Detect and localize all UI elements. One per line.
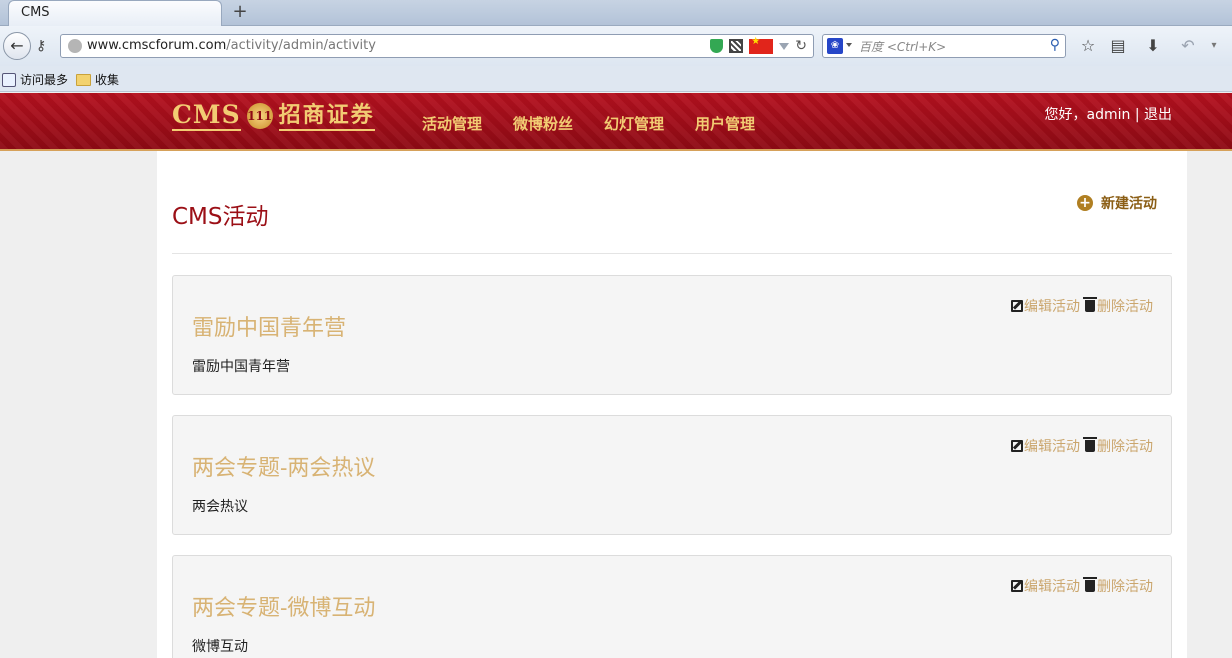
star-icon[interactable]: ☆: [1078, 36, 1098, 56]
bookmark-collection[interactable]: 收集: [76, 71, 119, 88]
bookmarks-bar: 访问最多 收集: [0, 66, 1232, 92]
card-actions: 编辑活动 删除活动: [1011, 296, 1153, 316]
activity-title[interactable]: 两会专题-两会热议: [192, 450, 375, 482]
bookmark-most-visited[interactable]: 访问最多: [2, 71, 68, 88]
reload-icon[interactable]: ↻: [795, 38, 807, 54]
shield-icon[interactable]: [710, 39, 724, 53]
logo-text: CMS: [172, 100, 241, 131]
activity-card: 编辑活动 删除活动 两会专题-两会热议 两会热议: [172, 415, 1172, 535]
divider: [172, 253, 1172, 254]
link-icon: [2, 72, 16, 87]
trash-icon: [1083, 437, 1097, 452]
search-icon[interactable]: ⚲: [1050, 37, 1060, 53]
address-bar[interactable]: www.cmscforum.com/activity/admin/activit…: [60, 34, 814, 58]
delete-activity-link[interactable]: 删除活动: [1080, 296, 1153, 316]
baidu-paw-icon[interactable]: ❀: [827, 38, 843, 54]
globe-icon: [68, 39, 82, 53]
menu-caret-icon[interactable]: ▾: [1204, 36, 1224, 56]
page-title: CMS活动: [172, 204, 269, 230]
url-path: /activity/admin/activity: [226, 38, 376, 53]
nav-weibo-fans[interactable]: 微博粉丝: [513, 113, 573, 134]
qr-code-icon[interactable]: [729, 39, 744, 53]
nav-user-management[interactable]: 用户管理: [695, 113, 755, 134]
nav-activity-management[interactable]: 活动管理: [422, 113, 482, 134]
logo-chinese-text: 招商证券: [278, 101, 375, 131]
activity-description: 雷励中国青年营: [192, 359, 290, 375]
key-icon[interactable]: ⚷: [36, 38, 54, 54]
site-logo[interactable]: CMS 111 招商证券: [172, 101, 375, 131]
trash-icon: [1083, 577, 1097, 592]
site-header: CMS 111 招商证券 活动管理 微博粉丝 幻灯管理 用户管理 您好，admi…: [0, 93, 1232, 151]
address-bar-icons: ↻: [710, 36, 807, 54]
search-bar[interactable]: ❀ 百度 <Ctrl+K> ⚲: [822, 34, 1066, 58]
edit-activity-link[interactable]: 编辑活动: [1011, 576, 1080, 596]
download-icon[interactable]: ⬇: [1143, 36, 1163, 56]
browser-navbar: ← ⚷ www.cmscforum.com/activity/admin/act…: [0, 26, 1232, 66]
delete-label: 删除活动: [1097, 299, 1153, 315]
back-button[interactable]: ←: [3, 32, 31, 60]
clipboard-icon[interactable]: ▤: [1108, 36, 1128, 56]
nav-slideshow-management[interactable]: 幻灯管理: [604, 113, 664, 134]
edit-label: 编辑活动: [1024, 439, 1080, 455]
back-arrow-icon: ←: [10, 36, 24, 55]
plus-circle-icon: +: [1077, 195, 1093, 211]
bookmark-label: 访问最多: [20, 73, 69, 87]
edit-icon: [1011, 440, 1023, 452]
new-activity-button[interactable]: + 新建活动: [1077, 193, 1157, 213]
delete-label: 删除活动: [1097, 579, 1153, 595]
activity-title[interactable]: 两会专题-微博互动: [192, 590, 375, 622]
undo-icon[interactable]: ↶: [1178, 36, 1198, 56]
search-placeholder: 百度 <Ctrl+K>: [859, 40, 947, 54]
activity-description: 两会热议: [192, 499, 248, 515]
main-content: CMS活动 + 新建活动 编辑活动 删除活动 雷励中国青年营 雷励中国青年营 编…: [157, 151, 1187, 658]
browser-tabstrip: CMS +: [0, 0, 1232, 26]
browser-tab-title: CMS: [21, 5, 50, 20]
edit-icon: [1011, 580, 1023, 592]
delete-activity-link[interactable]: 删除活动: [1080, 436, 1153, 456]
browser-tab[interactable]: CMS: [8, 0, 222, 26]
delete-activity-link[interactable]: 删除活动: [1080, 576, 1153, 596]
new-tab-button[interactable]: +: [230, 2, 250, 22]
dropdown-arrow-icon[interactable]: [779, 42, 790, 50]
folder-icon: [76, 73, 91, 86]
main-nav: 活动管理 微博粉丝 幻灯管理 用户管理: [422, 113, 755, 134]
url-domain: www.cmscforum.com: [87, 38, 227, 53]
card-actions: 编辑活动 删除活动: [1011, 576, 1153, 596]
card-actions: 编辑活动 删除活动: [1011, 436, 1153, 456]
trash-icon: [1083, 297, 1097, 312]
edit-activity-link[interactable]: 编辑活动: [1011, 296, 1080, 316]
activity-card: 编辑活动 删除活动 雷励中国青年营 雷励中国青年营: [172, 275, 1172, 395]
delete-label: 删除活动: [1097, 439, 1153, 455]
user-greeting[interactable]: 您好，admin | 退出: [1045, 104, 1172, 124]
new-activity-label: 新建活动: [1101, 196, 1157, 212]
edit-activity-link[interactable]: 编辑活动: [1011, 436, 1080, 456]
activity-title[interactable]: 雷励中国青年营: [192, 310, 346, 342]
search-engine-caret-icon[interactable]: [846, 43, 852, 47]
china-flag-icon: [749, 36, 774, 54]
bookmark-label: 收集: [95, 73, 120, 87]
activity-description: 微博互动: [192, 639, 248, 655]
edit-label: 编辑活动: [1024, 579, 1080, 595]
edit-label: 编辑活动: [1024, 299, 1080, 315]
edit-icon: [1011, 300, 1023, 312]
activity-card: 编辑活动 删除活动 两会专题-微博互动 微博互动: [172, 555, 1172, 658]
logo-badge-icon: 111: [246, 103, 273, 129]
